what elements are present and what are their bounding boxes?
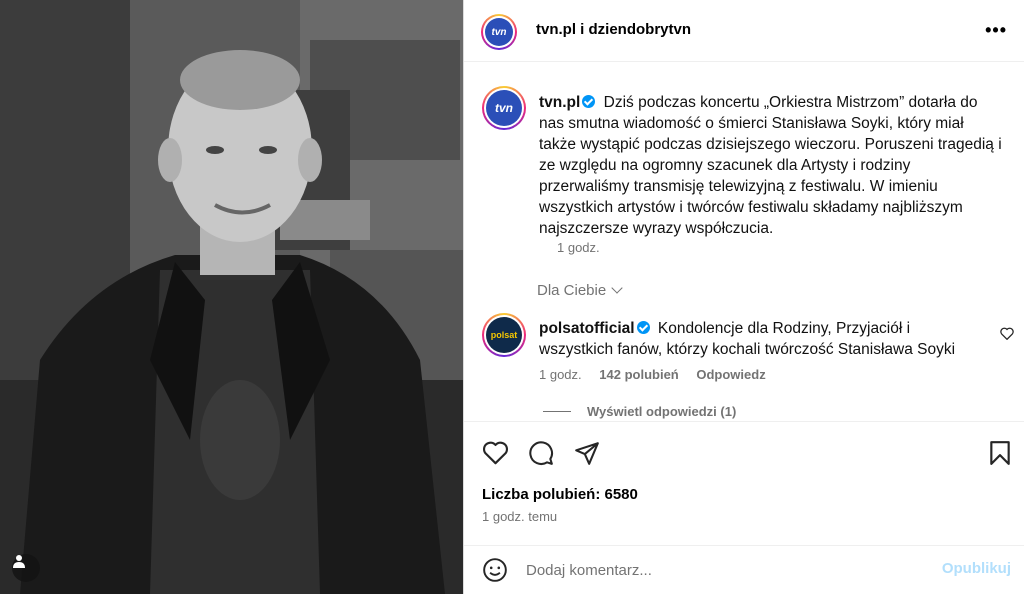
post-details-panel: tvn tvn.pl i dziendobrytvn ••• tvn tvn.p…: [463, 0, 1024, 594]
replies-divider: [543, 411, 571, 412]
verified-badge-icon: [582, 95, 596, 108]
comment-likes[interactable]: 142 polubień: [599, 367, 678, 382]
comment-meta: 1 godz. 142 polubień Odpowiedz: [539, 367, 780, 382]
tvn-logo-icon: tvn: [485, 18, 513, 46]
comments-filter-label: Dla Ciebie: [537, 282, 607, 299]
comment-bubble-icon[interactable]: [528, 440, 554, 471]
user-icon: [13, 555, 25, 568]
view-replies-button[interactable]: Wyświetl odpowiedzi (1): [543, 404, 736, 419]
comment-like-heart-icon[interactable]: [1000, 327, 1014, 345]
share-send-icon[interactable]: [574, 440, 600, 471]
author-avatar[interactable]: tvn: [481, 14, 517, 50]
comment-text-block: polsatofficial Kondolencje dla Rodziny, …: [539, 318, 959, 360]
like-heart-icon[interactable]: [482, 440, 509, 470]
post-actions-bar: [464, 421, 1024, 481]
post-photo[interactable]: [0, 0, 463, 594]
post-authors[interactable]: tvn.pl i dziendobrytvn: [536, 21, 691, 38]
portrait-illustration: [0, 0, 463, 594]
publish-button[interactable]: Opublikuj: [942, 560, 1011, 577]
tagged-user-button[interactable]: [12, 554, 40, 582]
caption-text: Dziś podczas koncertu „Orkiestra Mistrzo…: [539, 94, 1002, 237]
polsat-logo-icon: polsat: [486, 317, 522, 353]
comment-input[interactable]: [526, 558, 926, 582]
comment-time: 1 godz.: [539, 367, 582, 382]
post-timestamp: 1 godz. temu: [482, 509, 558, 524]
caption-username[interactable]: tvn.pl: [539, 94, 580, 111]
more-options-icon[interactable]: •••: [985, 20, 1007, 41]
comment-avatar[interactable]: polsat: [482, 313, 526, 357]
comments-filter-dropdown[interactable]: Dla Ciebie: [537, 282, 623, 299]
chevron-down-icon: [611, 282, 623, 294]
add-comment-bar: Opublikuj: [464, 545, 1024, 594]
tvn-logo-icon: tvn: [486, 90, 522, 126]
caption-avatar[interactable]: tvn: [482, 86, 526, 130]
save-bookmark-icon[interactable]: [989, 440, 1011, 471]
comment-username[interactable]: polsatofficial: [539, 320, 635, 337]
reply-button[interactable]: Odpowiedz: [696, 367, 765, 382]
likes-count[interactable]: Liczba polubień: 6580: [482, 486, 638, 503]
post-header: tvn tvn.pl i dziendobrytvn •••: [464, 0, 1024, 62]
verified-badge-icon: [636, 321, 650, 334]
emoji-icon[interactable]: [482, 557, 508, 588]
view-replies-label: Wyświetl odpowiedzi (1): [587, 404, 737, 419]
caption-text-block: tvn.pl Dziś podczas koncertu „Orkiestra …: [539, 92, 1004, 239]
caption-time: 1 godz.: [557, 240, 600, 255]
